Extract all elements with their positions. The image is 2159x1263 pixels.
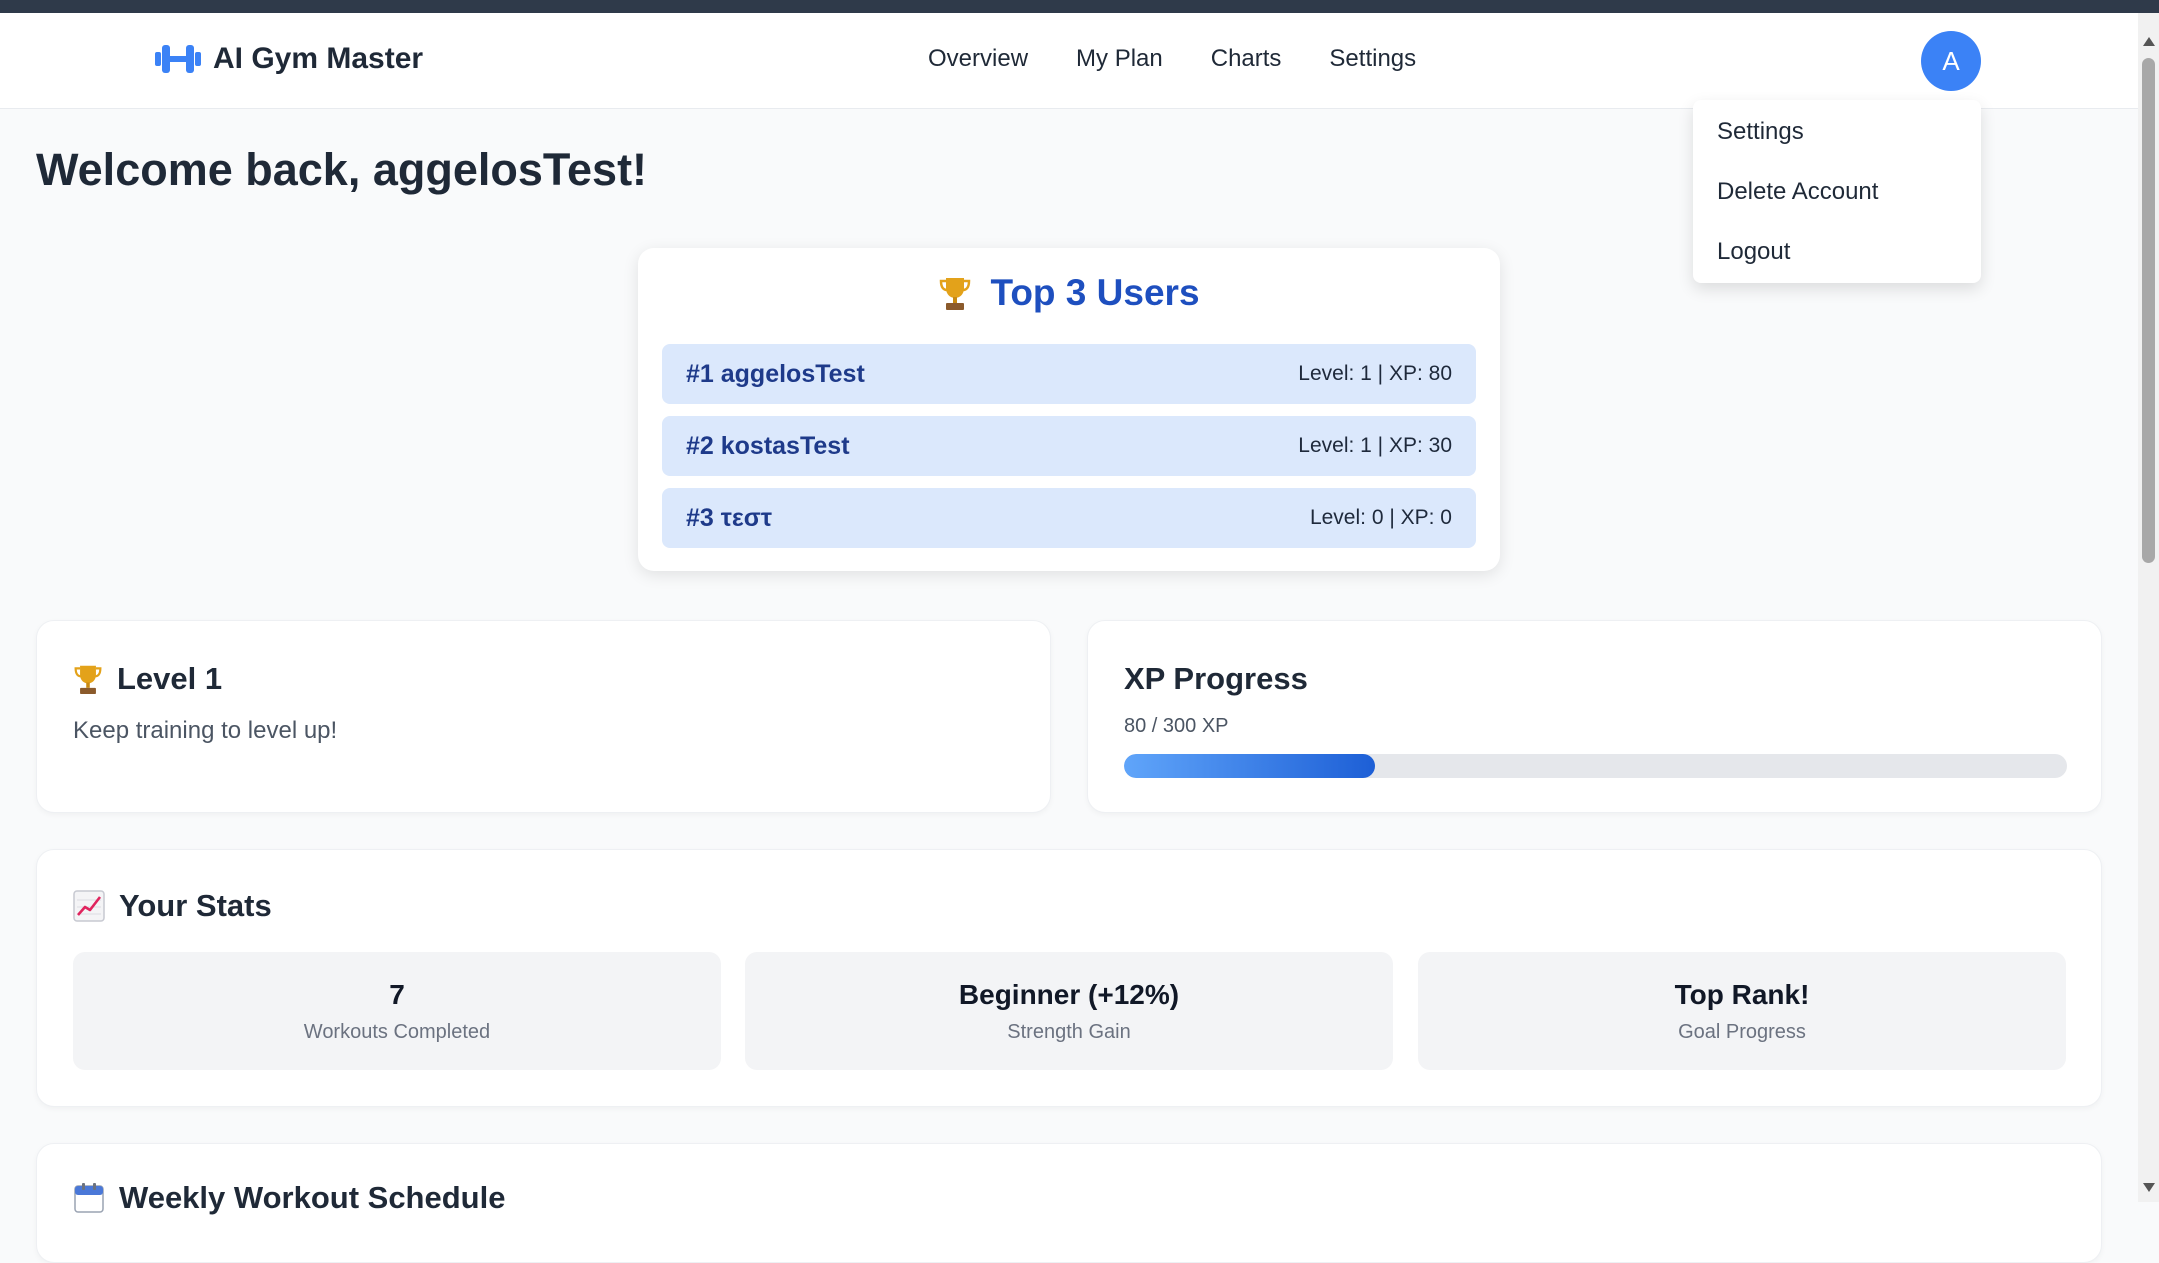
- menu-item-logout[interactable]: Logout: [1693, 236, 1981, 296]
- xp-title: XP Progress: [1124, 661, 1308, 696]
- menu-item-settings[interactable]: Settings: [1693, 116, 1981, 176]
- scrollbar-thumb[interactable]: [2142, 58, 2155, 563]
- schedule-title: Weekly Workout Schedule: [119, 1180, 506, 1215]
- level-card-header: Level 1: [73, 661, 222, 697]
- stat-value: Top Rank!: [1674, 978, 1810, 1010]
- calendar-icon: [74, 1183, 104, 1213]
- trophy-icon: [74, 665, 102, 694]
- trophy-icon: [940, 278, 971, 310]
- stat-workouts: 7 Workouts Completed: [73, 952, 721, 1070]
- top-users-title: Top 3 Users: [990, 272, 1200, 313]
- dumbbell-icon: [155, 45, 201, 73]
- navbar: AI Gym Master Overview My Plan Charts Se…: [0, 13, 2138, 109]
- xp-progress-card: XP Progress 80 / 300 XP: [1087, 620, 2102, 813]
- menu-item-delete-account[interactable]: Delete Account: [1693, 176, 1981, 236]
- xp-progress-fill: [1124, 754, 1376, 778]
- stat-value: 7: [389, 978, 405, 1010]
- stats-card: Your Stats 7 Workouts Completed Beginner…: [36, 849, 2102, 1107]
- stats-title: Your Stats: [119, 888, 272, 923]
- nav-my-plan[interactable]: My Plan: [1076, 45, 1163, 73]
- schedule-header: Weekly Workout Schedule: [73, 1180, 505, 1216]
- nav-charts[interactable]: Charts: [1211, 45, 1282, 73]
- leaderboard-stats: Level: 1 | XP: 80: [1298, 362, 1452, 385]
- leaderboard-stats: Level: 1 | XP: 30: [1298, 434, 1452, 457]
- xp-value-text: 80 / 300 XP: [1124, 715, 1229, 737]
- xp-card-header: XP Progress: [1124, 661, 1308, 697]
- schedule-card: Weekly Workout Schedule: [36, 1143, 2102, 1263]
- scroll-down-arrow-icon[interactable]: [2143, 1183, 2155, 1192]
- user-dropdown-menu: Settings Delete Account Logout: [1693, 100, 1981, 283]
- stat-label: Workouts Completed: [303, 1020, 491, 1043]
- level-card: Level 1 Keep training to level up!: [36, 620, 1051, 813]
- nav-links: Overview My Plan Charts Settings: [928, 45, 1416, 73]
- stat-label: Strength Gain: [1007, 1020, 1131, 1043]
- level-subtitle: Keep training to level up!: [73, 717, 338, 744]
- xp-progress-bar: [1124, 754, 2067, 778]
- leaderboard-row: #2 kostasTest Level: 1 | XP: 30: [662, 416, 1476, 476]
- nav-overview[interactable]: Overview: [928, 45, 1028, 73]
- level-title: Level 1: [117, 661, 223, 696]
- stat-goal: Top Rank! Goal Progress: [1418, 952, 2066, 1070]
- browser-top-strip: [0, 0, 2159, 13]
- leaderboard-row: #1 aggelosTest Level: 1 | XP: 80: [662, 344, 1476, 404]
- brand-name: AI Gym Master: [213, 42, 424, 75]
- welcome-heading: Welcome back, aggelosTest!: [36, 144, 648, 195]
- stat-strength: Beginner (+12%) Strength Gain: [745, 952, 1393, 1070]
- nav-settings[interactable]: Settings: [1329, 45, 1416, 73]
- page-scrollbar[interactable]: [2138, 13, 2159, 1202]
- leaderboard-stats: Level: 0 | XP: 0: [1309, 506, 1452, 529]
- leaderboard-row: #3 τεστ Level: 0 | XP: 0: [662, 488, 1476, 548]
- leaderboard-name: #2 kostasTest: [686, 431, 850, 460]
- stats-header: Your Stats: [73, 888, 272, 924]
- chart-increasing-icon: [73, 890, 105, 922]
- scroll-up-arrow-icon[interactable]: [2143, 37, 2155, 46]
- stat-label: Goal Progress: [1678, 1020, 1806, 1043]
- top-users-card: Top 3 Users #1 aggelosTest Level: 1 | XP…: [638, 248, 1500, 571]
- avatar[interactable]: A: [1921, 31, 1981, 91]
- stat-value: Beginner (+12%): [958, 978, 1180, 1010]
- leaderboard-name: #1 aggelosTest: [686, 359, 865, 388]
- leaderboard-name: #3 τεστ: [686, 503, 773, 532]
- top-users-header: Top 3 Users: [638, 272, 1500, 314]
- brand[interactable]: AI Gym Master: [155, 41, 423, 77]
